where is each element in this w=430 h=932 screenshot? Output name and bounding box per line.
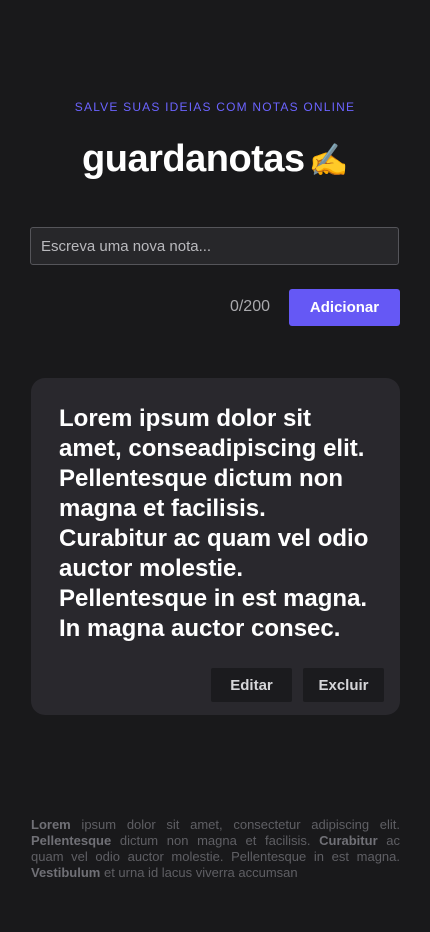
new-note-input[interactable] <box>30 227 399 265</box>
footer-text: Lorem ipsum dolor sit amet, consectetur … <box>31 817 400 881</box>
brand-name: guardanotas <box>82 138 305 180</box>
delete-note-button[interactable]: Excluir <box>303 668 384 702</box>
footer-span: et urna id lacus viverra accumsan <box>100 865 298 880</box>
note-card: Lorem ipsum dolor sit amet, conseadipisc… <box>31 378 400 715</box>
footer-span: dictum non magna et facilisis. <box>111 833 320 848</box>
footer-bold: Pellentesque <box>31 833 112 848</box>
character-counter: 0/200 <box>229 298 270 315</box>
edit-note-button[interactable]: Editar <box>211 668 292 702</box>
footer-span: ipsum dolor sit amet, consectetur adipis… <box>70 817 400 832</box>
footer-bold: Curabitur <box>319 833 378 848</box>
brand-title: guardanotas ✍️ <box>0 138 430 181</box>
footer-bold: Lorem <box>31 817 71 832</box>
writing-hand-icon: ✍️ <box>308 142 349 178</box>
footer-bold: Vestibulum <box>31 865 101 880</box>
add-note-button[interactable]: Adicionar <box>289 289 400 326</box>
note-text: Lorem ipsum dolor sit amet, conseadipisc… <box>59 405 369 642</box>
tagline: SALVE SUAS IDEIAS COM NOTAS ONLINE <box>74 100 356 114</box>
app-page: SALVE SUAS IDEIAS COM NOTAS ONLINE guard… <box>0 0 430 932</box>
